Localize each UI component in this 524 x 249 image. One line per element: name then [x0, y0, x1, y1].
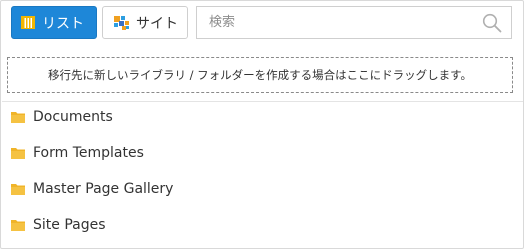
folder-icon	[11, 184, 25, 195]
folder-icon	[11, 112, 25, 123]
folder-label: Form Templates	[33, 145, 144, 161]
folder-icon	[11, 148, 25, 159]
divider	[2, 101, 523, 102]
list-tab-button[interactable]: リスト	[11, 6, 97, 39]
folder-item-master-page-gallery[interactable]: Master Page Gallery	[11, 177, 411, 201]
folder-label: Documents	[33, 109, 113, 125]
site-tab-label: サイト	[136, 15, 178, 32]
folder-label: Master Page Gallery	[33, 181, 174, 197]
search-input[interactable]	[197, 7, 467, 38]
folder-item-documents[interactable]: Documents	[11, 105, 411, 129]
folder-item-form-templates[interactable]: Form Templates	[11, 141, 411, 165]
drop-zone[interactable]: 移行先に新しいライブラリ / フォルダーを作成する場合はここにドラッグします。	[7, 57, 513, 93]
search-box	[196, 6, 512, 39]
site-tab-button[interactable]: サイト	[102, 6, 188, 39]
folder-label: Site Pages	[33, 217, 106, 233]
list-view-icon	[21, 16, 35, 29]
folder-item-site-pages[interactable]: Site Pages	[11, 213, 411, 237]
list-tab-label: リスト	[42, 15, 84, 32]
library-picker-panel: リスト サイト 移行先に新しいライブラリ / フォルダーを作成する場合はここにド…	[0, 0, 524, 249]
drop-zone-message: 移行先に新しいライブラリ / フォルダーを作成する場合はここにドラッグします。	[47, 68, 473, 82]
folder-icon	[11, 220, 25, 231]
search-icon[interactable]	[482, 13, 502, 33]
site-icon	[114, 15, 129, 30]
